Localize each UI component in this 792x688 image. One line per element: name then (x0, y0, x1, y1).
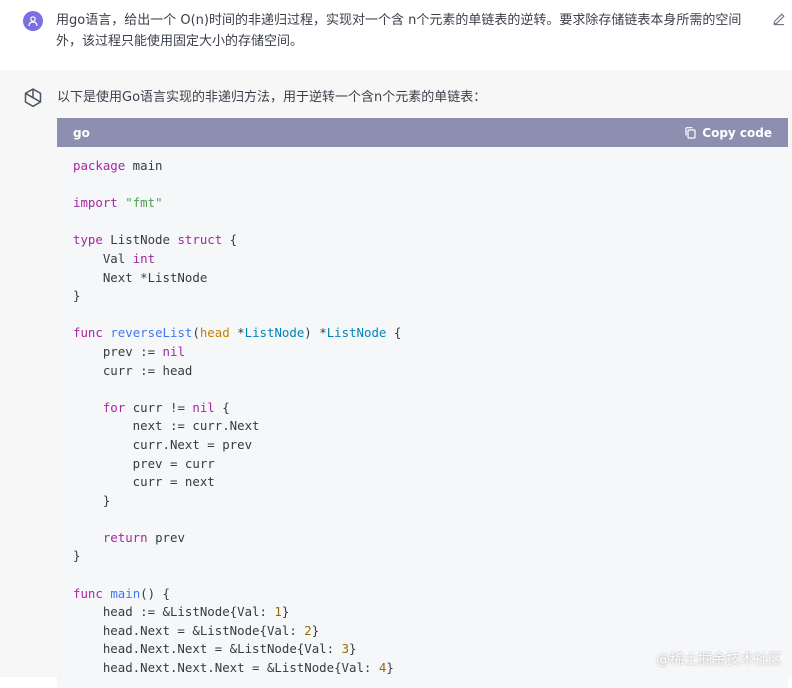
code-line: Next *ListNode (73, 269, 208, 285)
code-line: prev := nil (73, 343, 185, 359)
code-line: } (73, 288, 81, 304)
watermark: @稀土掘金技术社区 (656, 652, 782, 668)
code-line: curr := head (73, 362, 193, 378)
code-header: go Copy code (57, 118, 788, 147)
user-prompt-text: 用go语言，给出一个 O(n)时间的非递归过程，实现对一个含 n个元素的单链表的… (56, 13, 742, 49)
code-line: } (73, 492, 111, 508)
copy-icon (685, 126, 696, 139)
copy-code-button[interactable]: Copy code (685, 126, 772, 140)
code-line: func main() { (73, 585, 170, 601)
code-line: for curr != nil { (102, 399, 230, 415)
assistant-logo-icon (24, 88, 42, 108)
code-line: return prev (102, 529, 185, 545)
code-line: Val int (73, 250, 156, 266)
code-line: type ListNode struct { (73, 232, 238, 248)
code-line: func reverseList(head *ListNode) *ListNo… (73, 325, 402, 341)
code-line: import "fmt" (73, 195, 163, 211)
user-avatar (23, 11, 43, 31)
code-line: curr = next (73, 474, 215, 490)
copy-code-label: Copy code (702, 125, 772, 140)
code-line: head := &ListNode{Val: 1} (73, 604, 290, 620)
code-line: next := curr.Next (73, 418, 260, 434)
code-content[interactable]: package main import "fmt" type ListNode … (57, 147, 788, 678)
code-block: go Copy code package main import "fmt" t… (57, 118, 788, 688)
code-line: } (73, 548, 81, 564)
code-language-label: go (73, 125, 90, 140)
code-line: curr.Next = prev (73, 436, 253, 452)
code-line: package main (73, 158, 163, 173)
code-line: head.Next = &ListNode{Val: 2} (73, 622, 320, 638)
edit-icon[interactable] (772, 12, 786, 26)
code-line: prev = curr (73, 455, 215, 471)
assistant-intro-text: 以下是使用Go语言实现的非递归方法，用于逆转一个含n个元素的单链表： (57, 90, 487, 105)
assistant-message: 以下是使用Go语言实现的非递归方法，用于逆转一个含n个元素的单链表： go Co… (0, 70, 792, 688)
user-icon (28, 16, 38, 27)
user-message: 用go语言，给出一个 O(n)时间的非递归过程，实现对一个含 n个元素的单链表的… (0, 0, 792, 70)
